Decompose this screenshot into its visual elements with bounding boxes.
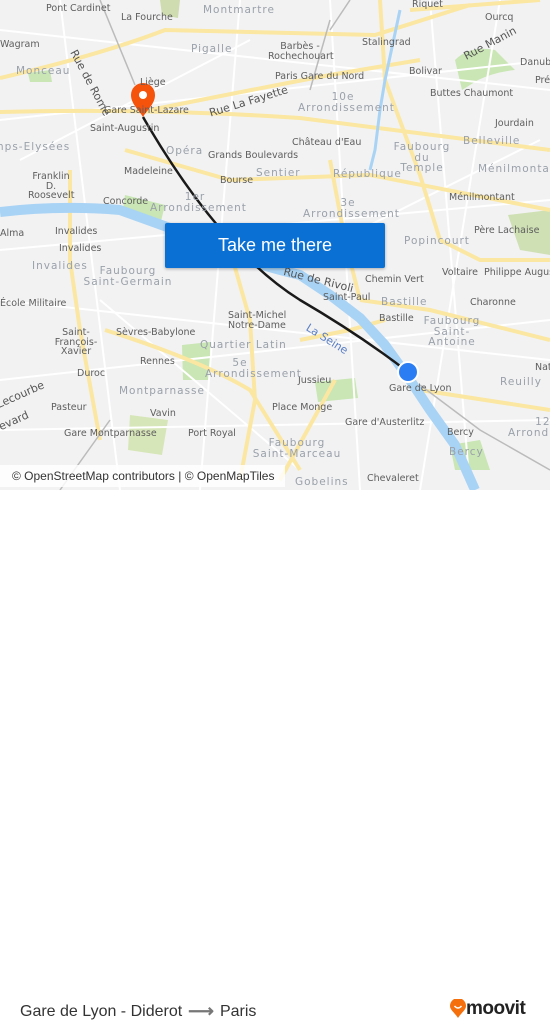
map-label: Riquet xyxy=(412,0,443,10)
map-label: Bolivar xyxy=(409,66,442,77)
map-label: Wagram xyxy=(0,39,40,50)
map-label: Chemin Vert xyxy=(365,274,424,285)
map-label: Saint-Augustin xyxy=(90,123,160,134)
district-label: 10e Arrondissement xyxy=(298,91,395,114)
map-label: Rennes xyxy=(140,356,175,367)
district-label: Popincourt xyxy=(404,235,470,247)
district-label: Reuilly xyxy=(500,376,542,388)
district-label: Quartier Latin xyxy=(200,339,287,351)
district-label: Monceau xyxy=(16,65,71,77)
map-label: Gare Saint-Lazare xyxy=(104,105,189,116)
take-me-there-button[interactable]: Take me there xyxy=(165,223,385,268)
map-label: Liège xyxy=(140,77,166,88)
route-title: Gare de Lyon - Diderot ⟶ Paris xyxy=(20,1001,256,1022)
district-label: Montparnasse xyxy=(119,385,205,397)
district-label: Bastille xyxy=(381,296,428,308)
map-label: Sèvres-Babylone xyxy=(116,327,196,338)
map-label: École Militaire xyxy=(0,298,67,309)
map-label: Buttes Chaumont xyxy=(430,88,514,99)
district-label: Champs-Elysées xyxy=(0,141,71,153)
district-label: 12e Arrondissement xyxy=(508,416,550,439)
map-label: Chevaleret xyxy=(367,473,419,484)
map-label: Voltaire xyxy=(442,267,478,278)
map-label: Stalingrad xyxy=(362,37,411,48)
map-label: Gare de Lyon xyxy=(389,383,452,394)
map-label: Bastille xyxy=(379,313,414,324)
map-label: Bourse xyxy=(220,175,254,186)
map-label: Port Royal xyxy=(188,428,236,439)
footer: Gare de Lyon - Diderot ⟶ Paris moovit xyxy=(0,490,550,1021)
district-label: Belleville xyxy=(463,135,521,147)
map-label: Duroc xyxy=(77,368,106,379)
map-label: Madeleine xyxy=(124,166,173,177)
district-label: Sentier xyxy=(256,167,301,179)
destination-name: Paris xyxy=(219,1002,257,1020)
map-view[interactable]: Pont Cardinet La Fourche Wagram Liège Ga… xyxy=(0,0,550,490)
map-label: Charonne xyxy=(470,297,516,308)
map-label: Saint-François-Xavier xyxy=(54,327,98,357)
map-label: Ménilmontant xyxy=(449,192,515,203)
district-label: Faubourg Saint-Germain xyxy=(83,265,173,288)
map-label: Danube xyxy=(520,57,550,68)
attribution-text: © OpenStreetMap contributors | © OpenMap… xyxy=(12,469,275,483)
map-label: Jussieu xyxy=(298,375,332,386)
map-label: Nation xyxy=(535,362,550,373)
district-label: 1er Arrondissement xyxy=(150,191,247,214)
map-label: Gare Montparnasse xyxy=(64,428,157,439)
district-label: République xyxy=(333,168,402,180)
map-label: Franklin D. Roosevelt xyxy=(28,171,75,201)
map-label: Pont Cardinet xyxy=(46,3,111,14)
arrow-right-icon: ⟶ xyxy=(188,1001,214,1021)
map-label: Paris Gare du Nord xyxy=(275,71,365,82)
moovit-pin-icon xyxy=(450,999,466,1018)
map-label: Pasteur xyxy=(51,402,87,413)
map-attribution: © OpenStreetMap contributors | © OpenMap… xyxy=(0,465,285,487)
map-label: Vavin xyxy=(150,408,176,419)
district-label: Faubourg Saint-Antoine xyxy=(423,315,481,348)
map-label: Pré xyxy=(535,75,550,86)
map-label: Invalides xyxy=(55,226,98,237)
district-label: Ménilmontant xyxy=(478,163,550,175)
map-label: Saint-Michel Notre-Dame xyxy=(228,310,287,331)
district-label: Faubourg Saint-Marceau xyxy=(252,437,342,460)
moovit-logo: moovit xyxy=(450,998,526,1020)
district-label: Gobelins xyxy=(295,476,349,488)
map-label: La Fourche xyxy=(121,12,173,23)
map-label: Gare d'Austerlitz xyxy=(345,417,425,428)
map-label: Barbès - Rochechouart xyxy=(268,41,334,62)
map-label: Ourcq xyxy=(485,12,514,23)
district-label: Opéra xyxy=(166,145,204,157)
district-label: 3e Arrondissement xyxy=(303,197,400,220)
district-label: Invalides xyxy=(32,260,88,272)
map-label: Concorde xyxy=(103,196,149,207)
map-label: Philippe Auguste xyxy=(484,267,550,278)
map-label: Château d'Eau xyxy=(292,137,362,148)
map-label: Place Monge xyxy=(272,402,333,413)
district-label: Bercy xyxy=(449,446,484,458)
map-label: Jourdain xyxy=(495,118,534,129)
district-label: Pigalle xyxy=(191,43,233,55)
map-label: Alma xyxy=(0,228,25,239)
origin-marker xyxy=(397,361,419,383)
origin-name: Gare de Lyon - Diderot xyxy=(20,1002,183,1020)
district-label: 5e Arrondissement xyxy=(205,357,302,380)
map-label: Bercy xyxy=(447,427,474,438)
map-label: Saint-Paul xyxy=(323,292,371,303)
map-label: Père Lachaise xyxy=(474,225,540,236)
brand-name: moovit xyxy=(466,998,526,1019)
map-label: Invalides xyxy=(59,243,102,254)
map-label: Grands Boulevards xyxy=(208,150,299,161)
district-label: Montmartre xyxy=(203,4,275,16)
